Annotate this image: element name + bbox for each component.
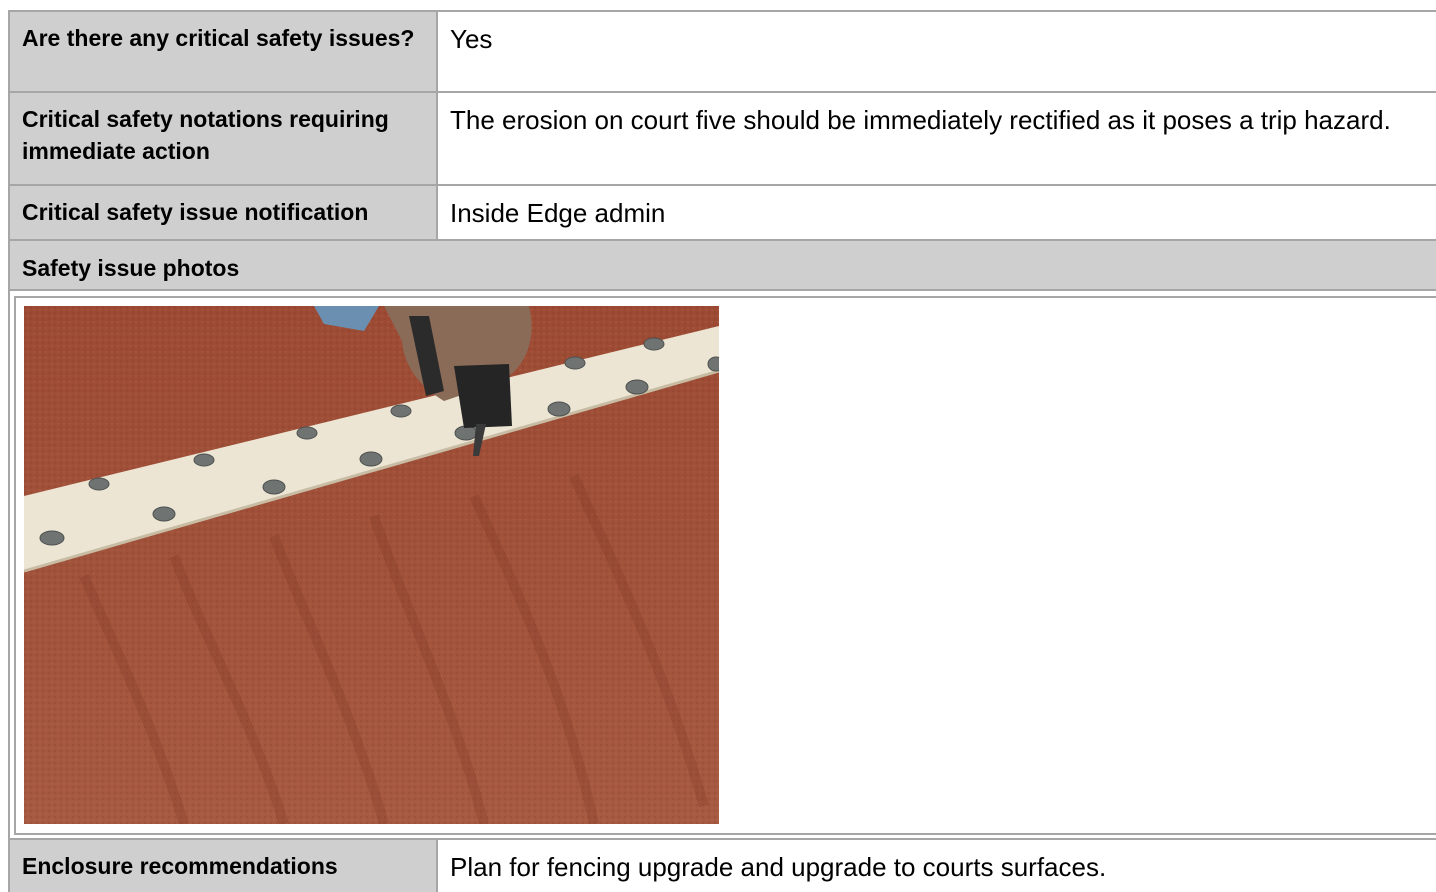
photo-frame (14, 296, 1436, 835)
row-label: Enclosure recommendations (10, 840, 438, 892)
row-label: Are there any critical safety issues? (10, 12, 438, 91)
row-value: Inside Edge admin (450, 198, 666, 228)
table-row: Enclosure recommendations Plan for fenci… (8, 838, 1436, 892)
table-row: Critical safety notations requiring imme… (8, 91, 1436, 184)
table-row: Critical safety issue notification Insid… (8, 184, 1436, 239)
eroded-clay-court-edge-photo (24, 306, 719, 824)
row-label: Critical safety notations requiring imme… (10, 93, 438, 184)
row-value: The erosion on court five should be imme… (450, 105, 1391, 135)
row-value: Yes (450, 24, 493, 54)
table-row: Are there any critical safety issues? Ye… (8, 10, 1436, 91)
row-label: Critical safety issue notification (10, 186, 438, 239)
inspection-report-table: Are there any critical safety issues? Ye… (8, 10, 1436, 892)
row-value: Plan for fencing upgrade and upgrade to … (450, 852, 1107, 882)
section-header: Safety issue photos (8, 239, 1436, 289)
photos-container (8, 289, 1436, 838)
